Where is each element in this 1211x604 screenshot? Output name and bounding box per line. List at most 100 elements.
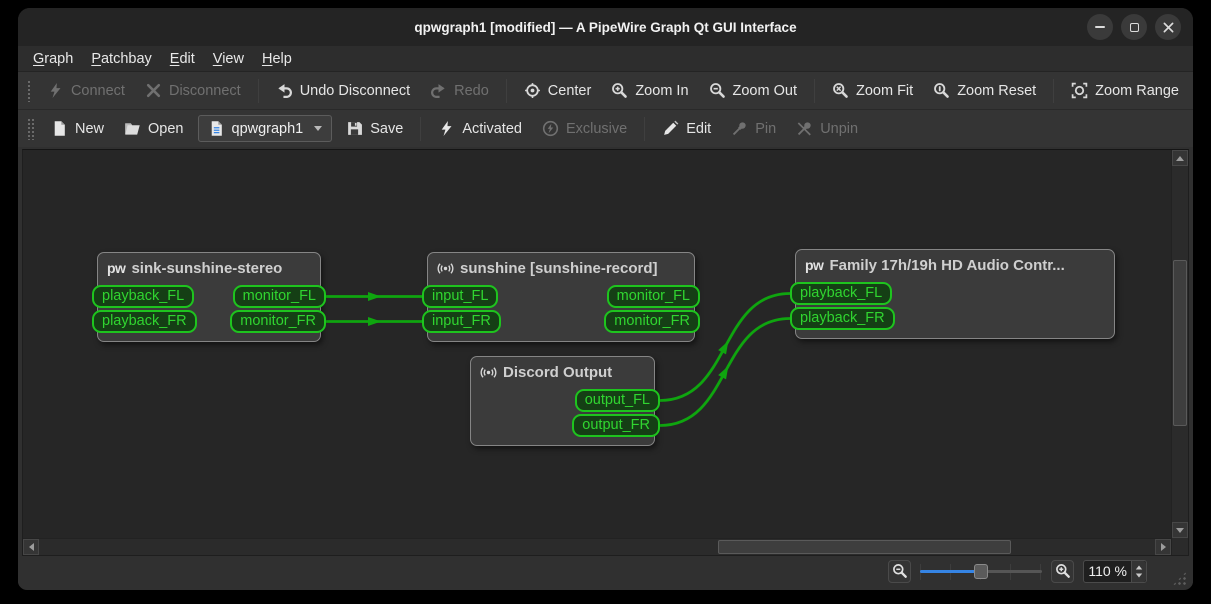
pipewire-icon: pw [805, 257, 824, 273]
node-sunshine-sunshine-record[interactable]: sunshine [sunshine-record] input_FL monito… [422, 252, 700, 342]
spin-down-icon [1135, 573, 1143, 577]
unpin-button[interactable]: Unpin [786, 115, 868, 142]
zoom-slider-handle[interactable] [974, 564, 988, 579]
triangle-down-icon [1176, 527, 1184, 533]
scroll-right-button[interactable] [1155, 539, 1171, 555]
app-window: qpwgraph1 [modified] — A PipeWire Graph … [18, 8, 1193, 590]
minimize-button[interactable] [1087, 14, 1113, 40]
disconnect-icon [145, 82, 162, 99]
zoom-in-icon [611, 82, 628, 99]
port-monitor_FL[interactable]: monitor_FL [232, 285, 326, 308]
scroll-down-button[interactable] [1172, 522, 1188, 538]
zoom-out-button[interactable]: Zoom Out [699, 77, 807, 104]
menu-bar: Graph Patchbay Edit View Help [18, 46, 1193, 72]
resize-grip[interactable] [1172, 571, 1187, 586]
node-discord-output[interactable]: Discord Output output_FL output_FR [470, 356, 660, 446]
port-row: input_FR monitor_FR [422, 310, 700, 333]
port-playback_FL[interactable]: playback_FL [790, 282, 893, 305]
zoom-out-button[interactable] [888, 559, 911, 583]
button-label: Center [547, 82, 592, 99]
patchbay-file-icon [208, 120, 225, 137]
node-title-text: Discord Output [503, 363, 613, 381]
activated-button[interactable]: Activated [428, 115, 532, 142]
zoom-reset-button[interactable]: Zoom Reset [923, 77, 1046, 104]
window-controls [1087, 14, 1181, 40]
window-title: qpwgraph1 [modified] — A PipeWire Graph … [414, 19, 797, 35]
vertical-scrollbar-thumb[interactable] [1173, 260, 1187, 426]
zoom-range-icon [1071, 82, 1088, 99]
port-playback_FR[interactable]: playback_FR [92, 310, 197, 333]
menu-graph[interactable]: Graph [24, 49, 82, 69]
button-label: Zoom Out [732, 82, 797, 99]
redo-button[interactable]: Redo [420, 77, 499, 104]
port-input_FR[interactable]: input_FR [422, 310, 501, 333]
zoom-fit-button[interactable]: Zoom Fit [822, 77, 923, 104]
port-monitor_FL[interactable]: monitor_FL [606, 285, 700, 308]
zoom-reset-icon [933, 82, 950, 99]
toolbar-drag-handle[interactable] [27, 79, 30, 102]
menu-help[interactable]: Help [253, 49, 301, 69]
row-spacer [471, 389, 575, 412]
undo-disconnect-button[interactable]: Undo Disconnect [266, 77, 420, 104]
node-title-text: sunshine [sunshine-record] [460, 259, 658, 277]
save-button[interactable]: Save [336, 115, 413, 142]
port-input_FL[interactable]: input_FL [422, 285, 499, 308]
new-icon [51, 120, 68, 137]
title-bar[interactable]: qpwgraph1 [modified] — A PipeWire Graph … [18, 8, 1193, 46]
vertical-scrollbar[interactable] [1171, 150, 1188, 555]
port-row: playback_FR [790, 307, 1114, 330]
node-title: pw Family 17h/19h HD Audio Contr... [796, 250, 1114, 278]
center-button[interactable]: Center [514, 77, 602, 104]
close-button[interactable] [1155, 14, 1181, 40]
spinbox-arrows[interactable] [1131, 560, 1146, 582]
open-icon [124, 120, 141, 137]
menu-patchbay[interactable]: Patchbay [82, 49, 160, 69]
graph-canvas[interactable]: pw sink-sunshine-stereo playback_FL monitor… [23, 150, 1171, 538]
center-icon [524, 82, 541, 99]
port-output_FR[interactable]: output_FR [572, 414, 660, 437]
toolbar-separator [257, 78, 259, 103]
pin-button[interactable]: Pin [721, 115, 786, 142]
disconnect-button[interactable]: Disconnect [135, 77, 251, 104]
port-monitor_FR[interactable]: monitor_FR [230, 310, 326, 333]
button-label: Edit [686, 120, 712, 137]
spin-up-icon [1135, 565, 1143, 569]
exclusive-button[interactable]: Exclusive [532, 115, 637, 142]
new-button[interactable]: New [41, 115, 114, 142]
zoom-in-button[interactable] [1051, 559, 1074, 583]
pin-icon [731, 120, 748, 137]
scroll-up-button[interactable] [1172, 150, 1188, 166]
zoom-spinbox[interactable]: 110 % [1083, 559, 1147, 583]
save-icon [346, 120, 363, 137]
node-sink-sunshine-stereo[interactable]: pw sink-sunshine-stereo playback_FL monitor… [92, 252, 326, 342]
redo-icon [430, 82, 447, 99]
node-family-17h-19h-hd-audio-contr[interactable]: pw Family 17h/19h HD Audio Contr... playba… [790, 249, 1115, 339]
menu-edit[interactable]: Edit [161, 49, 204, 69]
port-playback_FR[interactable]: playback_FR [790, 307, 895, 330]
connect-button[interactable]: Connect [37, 77, 135, 104]
button-label: Zoom In [635, 82, 689, 99]
port-output_FL[interactable]: output_FL [574, 389, 660, 412]
zoom-range-button[interactable]: Zoom Range [1061, 77, 1189, 104]
horizontal-scrollbar-thumb[interactable] [718, 540, 1011, 554]
button-label: Exclusive [565, 120, 628, 137]
edit-icon [662, 120, 679, 137]
edit-button[interactable]: Edit [652, 115, 721, 142]
toolbar-drag-handle[interactable] [27, 117, 34, 140]
zoom-slider[interactable] [920, 560, 1042, 582]
button-label: Redo [454, 82, 489, 99]
unpin-icon [796, 120, 813, 137]
qpwgraph1-combo[interactable]: qpwgraph1 [197, 115, 333, 142]
exclusive-icon [542, 120, 559, 137]
port-row: input_FL monitor_FL [422, 285, 700, 308]
open-button[interactable]: Open [114, 115, 193, 142]
undo-icon [276, 82, 293, 99]
scroll-left-button[interactable] [23, 539, 39, 555]
port-playback_FL[interactable]: playback_FL [92, 285, 195, 308]
horizontal-scrollbar[interactable] [23, 538, 1171, 555]
port-monitor_FR[interactable]: monitor_FR [604, 310, 700, 333]
menu-view[interactable]: View [204, 49, 253, 69]
maximize-button[interactable] [1121, 14, 1147, 40]
minimize-icon [1095, 26, 1105, 28]
zoom-in-button[interactable]: Zoom In [601, 77, 698, 104]
